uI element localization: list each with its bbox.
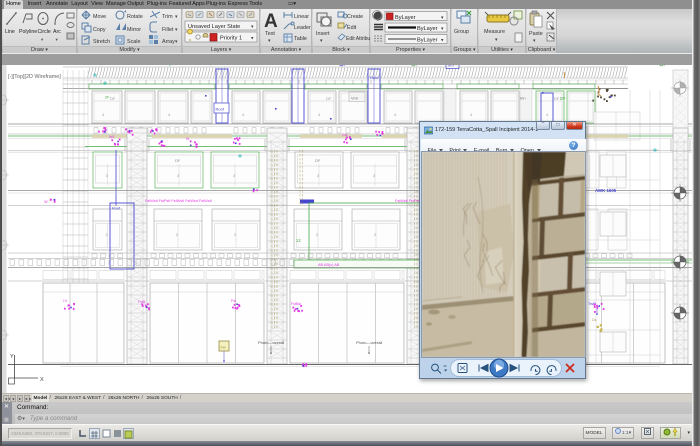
svg-text:Measure: Measure: [484, 29, 505, 35]
svg-text:Edit Attributes: Edit Attributes: [346, 36, 370, 42]
svg-text:Fw: Fw: [221, 346, 226, 350]
svg-text:Paste: Paste: [529, 31, 543, 37]
svg-text:AWK 1605: AWK 1605: [595, 188, 617, 193]
svg-text:▾: ▾: [320, 38, 323, 44]
svg-text:▾: ▾: [268, 38, 271, 44]
svg-text:Fillet: Fillet: [162, 27, 174, 33]
svg-text:Unsaved Layer State: Unsaved Layer State: [188, 24, 240, 30]
svg-text:FstBsl: FstBsl: [291, 302, 301, 306]
svg-text:▾: ▾: [495, 37, 498, 43]
svg-text:DF: DF: [326, 96, 332, 101]
svg-text:Roof: Roof: [216, 107, 225, 112]
svg-text:DF: DF: [554, 96, 560, 101]
svg-text:Photo—overall: Photo—overall: [356, 340, 382, 345]
svg-text:AB AB(c) AB: AB AB(c) AB: [318, 263, 340, 267]
svg-text:Linear: Linear: [294, 14, 309, 20]
svg-text:X: X: [40, 377, 44, 383]
svg-text:12: 12: [296, 238, 301, 243]
svg-text:DF: DF: [110, 96, 116, 101]
svg-text:Array: Array: [162, 39, 175, 45]
svg-text:DF: DF: [560, 96, 566, 101]
svg-text:Roof: Roof: [370, 75, 379, 80]
svg-text:W: W: [44, 200, 48, 204]
svg-text:Polyline: Polyline: [19, 29, 37, 35]
svg-text:Vrm: Vrm: [351, 96, 359, 101]
svg-text:Move: Move: [93, 14, 106, 20]
svg-text:Copy: Copy: [93, 27, 106, 33]
svg-text:Trim: Trim: [162, 14, 173, 20]
svg-text:Priority 1: Priority 1: [220, 36, 242, 42]
svg-text:▾: ▾: [175, 14, 178, 20]
svg-text:hm: hm: [448, 65, 454, 68]
svg-text:▾: ▾: [175, 39, 178, 45]
svg-text:FstB: FstB: [138, 300, 146, 304]
svg-text:Cs: Cs: [592, 318, 597, 322]
svg-text:ByLayer: ByLayer: [417, 26, 438, 32]
svg-text:A: A: [264, 11, 278, 32]
svg-text:Photo—overall: Photo—overall: [258, 340, 284, 345]
svg-text:Cst: Cst: [342, 133, 347, 137]
svg-text:Roof: Roof: [112, 207, 121, 211]
svg-text:Group: Group: [454, 29, 469, 35]
svg-text:Circle: Circle: [38, 29, 51, 35]
svg-text:▾: ▾: [533, 38, 536, 44]
svg-text:▾: ▾: [41, 37, 44, 42]
svg-text:FstWstl FstPstl FstWstl FstWsd: FstWstl FstPstl FstWstl FstWsd FstWstl: [145, 199, 212, 203]
svg-text:DF: DF: [315, 158, 321, 163]
svg-text:Create: Create: [347, 14, 363, 20]
svg-text:Y: Y: [10, 354, 14, 360]
svg-text:Arc: Arc: [53, 29, 61, 35]
svg-text:Edit: Edit: [347, 25, 357, 31]
svg-text:Insert: Insert: [316, 31, 330, 37]
svg-text:Rotate: Rotate: [127, 14, 143, 20]
svg-text:trin: trin: [520, 96, 526, 101]
svg-text:Table: Table: [294, 36, 307, 42]
svg-text:W: W: [186, 137, 190, 141]
svg-text:2F: 2F: [105, 96, 110, 100]
svg-text:ByLayer: ByLayer: [417, 38, 438, 44]
svg-text:Mirror: Mirror: [127, 27, 141, 33]
svg-text:W4: W4: [109, 135, 114, 139]
svg-text:DF: DF: [175, 158, 181, 163]
svg-text:▾: ▾: [56, 37, 59, 42]
svg-text:Leader: Leader: [294, 25, 311, 31]
svg-text:Text: Text: [265, 31, 275, 37]
svg-text:[-][Top][2D Wireframe]: [-][Top][2D Wireframe]: [8, 74, 61, 80]
svg-text:Fst: Fst: [231, 299, 236, 303]
svg-text:Stretch: Stretch: [93, 39, 110, 45]
svg-text:l·ll: l·ll: [63, 299, 67, 303]
svg-text:Scale: Scale: [127, 39, 141, 45]
svg-text:Line: Line: [5, 29, 15, 35]
svg-text:▾: ▾: [175, 27, 178, 33]
svg-text:ByLayer: ByLayer: [395, 15, 416, 21]
